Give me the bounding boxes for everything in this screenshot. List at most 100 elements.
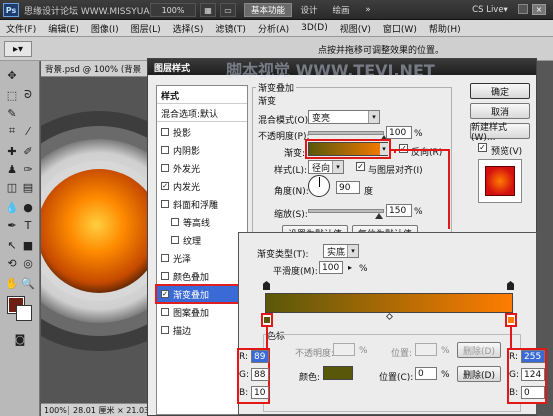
style-item-pattern-overlay[interactable]: 图案叠加 <box>157 304 247 320</box>
eraser-icon[interactable]: ◫ <box>4 179 20 195</box>
3d-camera-icon[interactable]: ◎ <box>20 255 36 271</box>
midpoint-diamond-icon[interactable] <box>385 312 394 321</box>
brush-icon[interactable]: ✐ <box>20 143 36 159</box>
checkbox[interactable] <box>161 254 169 262</box>
color-stop-left-icon[interactable] <box>261 313 273 327</box>
eyedropper-icon[interactable]: ⁄ <box>20 123 36 139</box>
zoom-dropdown[interactable]: 100% <box>150 3 196 17</box>
scale-slider-thumb[interactable] <box>375 213 384 219</box>
style-item-drop-shadow[interactable]: 投影 <box>157 124 247 140</box>
stop-color-swatch[interactable] <box>323 366 353 380</box>
workspace-more-button[interactable]: » <box>358 3 378 17</box>
opacity-stop-right-icon[interactable] <box>507 281 514 290</box>
document-tab[interactable]: 背景.psd @ 100% (背景 <box>41 61 155 77</box>
angle-input[interactable]: 90 <box>336 181 360 194</box>
menu-image[interactable]: 图像(I) <box>85 22 125 35</box>
menu-window[interactable]: 窗口(W) <box>377 22 423 35</box>
style-select[interactable]: 径向 ▾ <box>308 160 344 174</box>
align-layer-checkbox[interactable]: ✓ <box>356 162 365 171</box>
opacity-input[interactable]: 100 <box>386 126 412 139</box>
blur-icon[interactable]: 💧 <box>4 199 20 215</box>
healing-icon[interactable]: ✚ <box>4 143 20 159</box>
menu-help[interactable]: 帮助(H) <box>423 22 467 35</box>
checkbox[interactable]: ✓ <box>161 182 169 190</box>
checkbox[interactable] <box>161 146 169 154</box>
opacity-stop-left-icon[interactable] <box>263 281 270 290</box>
close-icon[interactable]: × <box>532 4 546 15</box>
lasso-icon[interactable]: ᘐ <box>20 87 36 103</box>
move-icon[interactable]: ✥ <box>4 67 20 83</box>
opacity-slider[interactable] <box>308 131 384 135</box>
menu-file[interactable]: 文件(F) <box>0 22 42 35</box>
status-zoom[interactable]: 100% <box>41 405 69 415</box>
checkbox[interactable] <box>161 272 169 280</box>
ok-button[interactable]: 确定 <box>470 83 530 99</box>
stamp-icon[interactable]: ♟ <box>4 161 20 177</box>
right-b-input[interactable]: 0 <box>521 386 545 399</box>
style-item-stroke[interactable]: 描边 <box>157 322 247 338</box>
gradient-bar[interactable] <box>265 293 513 313</box>
checkbox[interactable] <box>161 128 169 136</box>
style-item-gradient-overlay[interactable]: ✓ 渐变叠加 <box>155 284 249 304</box>
new-style-button[interactable]: 新建样式(W)... <box>470 123 530 143</box>
style-item-texture[interactable]: 纹理 <box>157 232 247 248</box>
color-stop-right-icon[interactable] <box>505 313 517 327</box>
style-item-contour[interactable]: 等高线 <box>157 214 247 230</box>
stop-color-location-input[interactable]: 0 <box>415 367 437 380</box>
delete-opacity-stop-button[interactable]: 删除(D) <box>457 342 501 358</box>
workspace-paint-button[interactable]: 绘画 <box>326 3 356 17</box>
left-b-input[interactable]: 10 <box>251 386 269 399</box>
minimize-icon[interactable] <box>518 4 528 14</box>
workspace-design-button[interactable]: 设计 <box>294 3 324 17</box>
dodge-icon[interactable]: ● <box>20 199 36 215</box>
smoothness-input[interactable]: 100 <box>319 261 343 274</box>
screen-mode-icon[interactable]: ▭ <box>220 3 236 17</box>
document-canvas[interactable] <box>41 61 155 403</box>
delete-color-stop-button[interactable]: 删除(D) <box>457 366 501 382</box>
workspace-essentials-button[interactable]: 基本功能 <box>244 3 292 17</box>
background-color-swatch[interactable] <box>16 305 32 321</box>
menu-analysis[interactable]: 分析(A) <box>252 22 295 35</box>
quick-select-icon[interactable]: ✎ <box>4 105 20 121</box>
scale-slider[interactable] <box>308 209 384 213</box>
styles-header[interactable]: 样式 <box>157 88 247 104</box>
left-g-input[interactable]: 88 <box>251 368 269 381</box>
arrange-icon[interactable]: ▦ <box>200 3 216 17</box>
zoom-icon[interactable]: 🔍 <box>20 275 36 291</box>
type-icon[interactable]: T <box>20 217 36 233</box>
quick-mask-icon[interactable]: ◙ <box>12 331 28 347</box>
gradient-icon[interactable]: ▤ <box>20 179 36 195</box>
blend-options-item[interactable]: 混合选项:默认 <box>157 106 247 122</box>
style-item-inner-shadow[interactable]: 内阴影 <box>157 142 247 158</box>
cs-live-button[interactable]: CS Live▾ <box>465 3 515 17</box>
style-item-satin[interactable]: 光泽 <box>157 250 247 266</box>
menu-edit[interactable]: 编辑(E) <box>42 22 85 35</box>
pen-icon[interactable]: ✒ <box>4 217 20 233</box>
checkbox[interactable] <box>161 326 169 334</box>
history-brush-icon[interactable]: ✑ <box>20 161 36 177</box>
style-item-color-overlay[interactable]: 颜色叠加 <box>157 268 247 284</box>
shape-icon[interactable]: ■ <box>20 237 36 253</box>
menu-view[interactable]: 视图(V) <box>334 22 377 35</box>
move-tool-icon[interactable]: ▸▾ <box>4 41 32 57</box>
style-item-bevel-emboss[interactable]: 斜面和浮雕 <box>157 196 247 212</box>
right-g-input[interactable]: 124 <box>521 368 545 381</box>
checkbox[interactable] <box>171 236 179 244</box>
path-select-icon[interactable]: ↖ <box>4 237 20 253</box>
crop-icon[interactable]: ⌗ <box>4 123 20 139</box>
style-item-inner-glow[interactable]: ✓ 内发光 <box>157 178 247 194</box>
hand-icon[interactable]: ✋ <box>4 275 20 291</box>
menu-filter[interactable]: 滤镜(T) <box>209 22 252 35</box>
preview-checkbox[interactable]: ✓ <box>478 143 487 152</box>
stop-opacity-location-input[interactable] <box>415 343 437 356</box>
checkbox[interactable] <box>161 164 169 172</box>
menu-3d[interactable]: 3D(D) <box>295 23 334 33</box>
checkbox[interactable] <box>171 218 179 226</box>
menu-select[interactable]: 选择(S) <box>167 22 210 35</box>
cancel-button[interactable]: 取消 <box>470 103 530 119</box>
stop-opacity-input[interactable] <box>333 343 355 356</box>
marquee-icon[interactable]: ⬚ <box>4 87 20 103</box>
smoothness-arrow-icon[interactable]: ▸ <box>345 261 355 274</box>
right-r-input[interactable]: 255 <box>521 350 545 363</box>
left-r-input[interactable]: 89 <box>251 350 269 363</box>
